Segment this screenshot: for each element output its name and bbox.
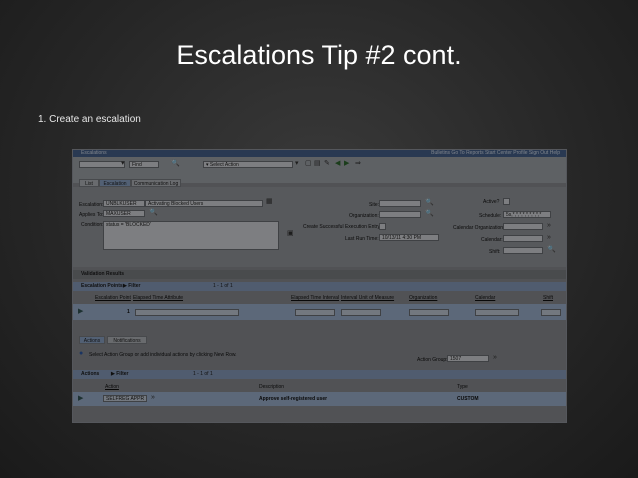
column-header[interactable]: Elapsed Time Attribute <box>133 295 183 301</box>
applies-to-label: Applies To: <box>79 212 104 218</box>
description-field[interactable]: Activating Blocked Users <box>145 200 263 207</box>
calendar-field[interactable] <box>503 235 543 242</box>
create-entry-checkbox[interactable] <box>379 223 386 230</box>
search-icon[interactable]: 🔍 <box>547 246 556 254</box>
escalation-label: Escalation: <box>79 202 104 208</box>
shift-field[interactable] <box>503 247 543 254</box>
condition-label: Condition: <box>81 222 104 228</box>
action-group-field[interactable]: 1507 <box>447 355 489 362</box>
escalation-points-title: Escalation Points <box>81 283 123 289</box>
info-icon: ● <box>79 350 84 357</box>
detail-menu-icon[interactable]: » <box>493 354 497 362</box>
chevron-down-icon[interactable]: ▾ <box>121 160 125 168</box>
search-icon[interactable]: 🔍 <box>171 160 180 168</box>
calendar-organization-field[interactable] <box>503 223 543 230</box>
column-header[interactable]: Action <box>105 384 119 390</box>
action-group-label: Action Group: <box>417 357 448 363</box>
detail-menu-icon[interactable]: » <box>151 394 155 402</box>
filter-button[interactable]: ▶ Filter <box>123 282 140 291</box>
active-label: Active? <box>483 199 500 205</box>
column-header[interactable]: Interval Unit of Measure <box>341 295 394 301</box>
save-icon[interactable]: ▤ <box>314 160 321 168</box>
search-icon[interactable]: 🔍 <box>425 199 434 207</box>
column-header[interactable]: Escalation Point <box>95 295 131 301</box>
column-header[interactable]: Elapsed Time Interval <box>291 295 339 301</box>
row-expand-icon[interactable]: ▶ <box>78 308 83 316</box>
action-field[interactable]: SELFREG APPR <box>103 395 147 402</box>
shift-field[interactable] <box>541 309 561 316</box>
column-header[interactable]: Description <box>259 384 284 390</box>
actions-header: Actions ▶ Filter 1 - 1 of 1 <box>73 370 566 379</box>
table-row[interactable]: ▶ SELFREG APPR » Approve self-registered… <box>73 392 566 406</box>
schedule-label: Schedule: <box>479 213 502 219</box>
last-run-label: Last Run Time: <box>345 236 379 242</box>
forward-icon[interactable]: ⇒ <box>355 160 361 168</box>
active-checkbox[interactable] <box>503 198 510 205</box>
info-text: Select Action Group or add individual ac… <box>89 352 237 358</box>
escalation-points-pager: 1 - 1 of 1 <box>213 283 233 289</box>
action-type: CUSTOM <box>457 396 479 402</box>
filter-button[interactable]: ▶ Filter <box>111 370 128 379</box>
site-field[interactable] <box>379 200 421 207</box>
escalation-points-header: Escalation Points ▶ Filter 1 - 1 of 1 <box>73 282 566 291</box>
tab-actions[interactable]: Actions <box>79 336 105 344</box>
escalation-point-value: 1 <box>127 309 130 315</box>
schedule-field[interactable]: 5s,*,*,*,*,*,*,*,*,* <box>503 211 551 218</box>
tab-communication-log[interactable]: Communication Log <box>131 179 181 187</box>
next-icon[interactable]: ▶ <box>344 160 349 168</box>
app-title-bar: Escalations Bulletins Go To Reports Star… <box>73 150 566 157</box>
search-icon[interactable]: 🔍 <box>425 210 434 218</box>
column-header[interactable]: Organization <box>409 295 437 301</box>
calendar-label: Calendar: <box>481 237 503 243</box>
condition-field[interactable]: status = 'BLOCKED' <box>103 221 279 250</box>
tab-escalation[interactable]: Escalation <box>99 179 131 187</box>
long-description-icon[interactable]: ▦ <box>266 198 273 206</box>
organization-field[interactable] <box>409 309 449 316</box>
detail-menu-icon[interactable]: » <box>547 222 551 230</box>
app-name: Escalations <box>81 150 107 156</box>
filter-label: Filter <box>116 371 129 377</box>
action-description: Approve self-registered user <box>259 396 328 402</box>
calendar-field[interactable] <box>475 309 519 316</box>
find-button[interactable]: Find <box>129 161 159 168</box>
header-links[interactable]: Bulletins Go To Reports Start Center Pro… <box>431 150 560 156</box>
slide-title: Escalations Tip #2 cont. <box>176 40 462 70</box>
detail-menu-icon[interactable]: » <box>547 234 551 242</box>
escalation-field[interactable]: UNBLKUSER <box>103 200 145 207</box>
row-expand-icon[interactable]: ▶ <box>78 395 83 403</box>
search-icon[interactable]: 🔍 <box>149 209 158 217</box>
bullet-text: 1. Create an escalation <box>38 114 141 125</box>
elapsed-time-interval-field[interactable] <box>295 309 335 316</box>
create-entry-label: Create Successful Execution Entry? <box>303 224 383 230</box>
applies-to-field[interactable]: MAXUSER <box>103 210 145 217</box>
organization-field[interactable] <box>379 211 421 218</box>
app-screenshot: Escalations Bulletins Go To Reports Star… <box>72 149 567 423</box>
last-run-field: 10/13/11 4:30 PM <box>379 234 439 241</box>
expression-builder-icon[interactable]: ▣ <box>287 230 294 238</box>
escalation-form: Escalation: UNBLKUSER Activating Blocked… <box>73 187 566 267</box>
validation-results-header[interactable]: Validation Results <box>73 270 566 279</box>
find-input[interactable] <box>79 161 125 168</box>
edit-icon[interactable]: ✎ <box>324 160 330 168</box>
calendar-organization-label: Calendar Organization: <box>453 225 505 231</box>
organization-label: Organization: <box>349 213 379 219</box>
previous-icon[interactable]: ◀ <box>335 160 340 168</box>
actions-title: Actions <box>81 371 100 377</box>
column-header[interactable]: Shift <box>543 295 553 301</box>
shift-label: Shift: <box>489 249 501 255</box>
column-header[interactable]: Calendar <box>475 295 495 301</box>
chevron-down-icon[interactable]: ▾ <box>295 160 299 168</box>
site-label: Site: <box>369 202 380 208</box>
column-header[interactable]: Type <box>457 384 468 390</box>
select-action-label: Select Action <box>209 162 239 168</box>
filter-label: Filter <box>128 283 141 289</box>
interval-unit-field[interactable] <box>341 309 381 316</box>
tab-notifications[interactable]: Notifications <box>107 336 147 344</box>
elapsed-time-attribute-field[interactable] <box>135 309 239 316</box>
tab-list[interactable]: List <box>79 179 99 187</box>
select-action-dropdown[interactable]: ▾ Select Action <box>203 161 293 168</box>
actions-pager: 1 - 1 of 1 <box>193 371 213 377</box>
table-row[interactable]: ▶ 1 <box>73 304 566 320</box>
new-record-icon[interactable]: ▢ <box>305 160 312 168</box>
